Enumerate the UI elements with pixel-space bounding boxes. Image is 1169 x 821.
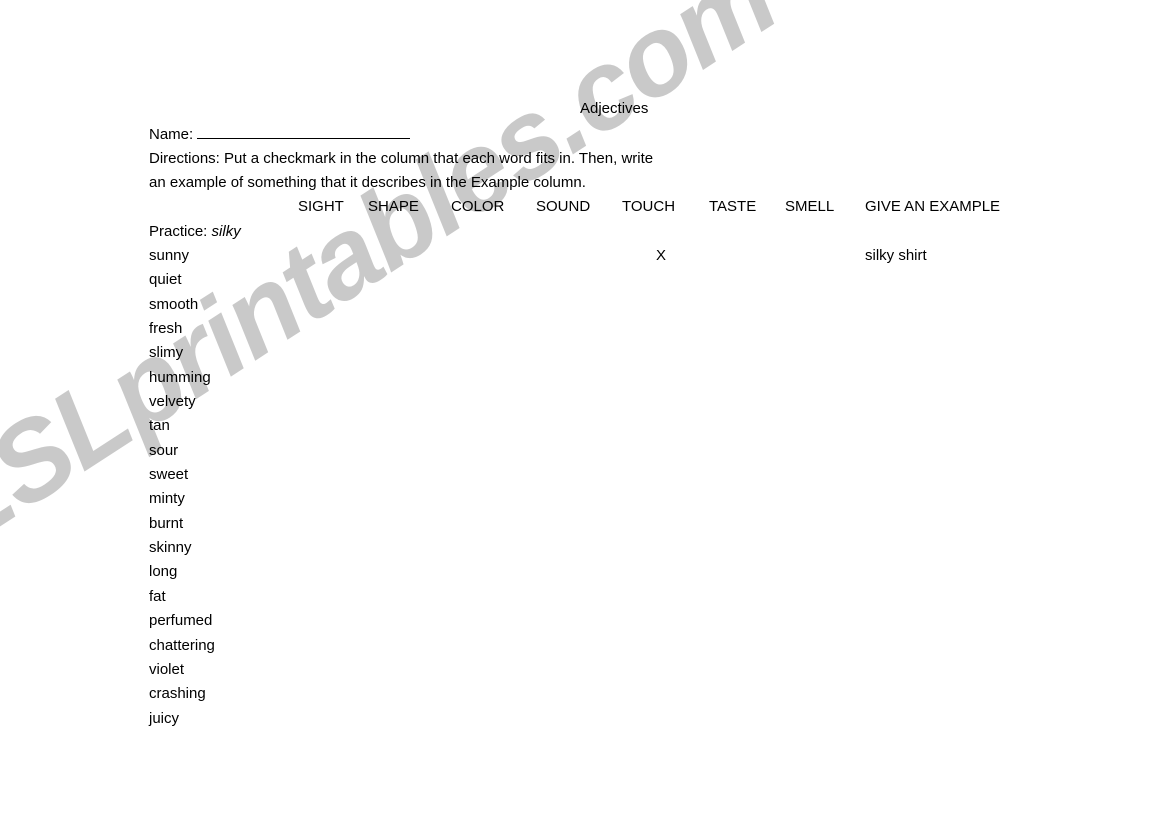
practice-label: Practice:: [149, 223, 208, 240]
table-row: quiet: [0, 271, 1169, 295]
table-row: skinny: [0, 539, 1169, 563]
checkmark-touch[interactable]: X: [656, 247, 666, 264]
table-row: fat: [0, 588, 1169, 612]
column-header-shape: SHAPE: [368, 198, 419, 215]
column-header-touch: TOUCH: [622, 198, 676, 215]
word-label: humming: [149, 368, 211, 386]
table-row: juicy: [0, 710, 1169, 734]
table-row: violet: [0, 661, 1169, 685]
table-row: sweet: [0, 466, 1169, 490]
word-label: sour: [149, 441, 179, 459]
example-cell[interactable]: silky shirt: [865, 247, 927, 264]
word-label: velvety: [149, 393, 196, 411]
column-header-example: GIVE AN EXAMPLE: [865, 198, 1001, 215]
page-title: Adjectives: [580, 100, 649, 117]
table-row: crashing: [0, 685, 1169, 709]
word-rows: sunny Xsilky shirt quiet smooth fresh slimy hu…: [0, 247, 1169, 734]
table-header-row: SIGHT SHAPE COLOR SOUND TOUCH TASTE SMEL…: [0, 198, 1169, 218]
word-label: juicy: [149, 709, 180, 727]
word-label: perfumed: [149, 612, 213, 630]
directions-line-2: an example of something that it describe…: [149, 174, 586, 191]
worksheet-content: Adjectives Name: Directions: Put a check…: [0, 0, 1169, 821]
word-label: chattering: [149, 636, 215, 654]
word-label: skinny: [149, 539, 192, 557]
name-field-row: Name:: [149, 125, 411, 143]
table-row: slimy: [0, 344, 1169, 368]
word-label: sweet: [149, 466, 189, 484]
word-label: tan: [149, 417, 170, 435]
word-label: violet: [149, 660, 185, 678]
word-label: burnt: [149, 514, 184, 532]
practice-word: silky: [211, 223, 241, 240]
practice-row: Practice: silky: [149, 223, 241, 240]
table-row: sunny Xsilky shirt: [0, 247, 1169, 271]
word-label: fresh: [149, 320, 183, 338]
word-label: slimy: [149, 344, 184, 362]
table-row: minty: [0, 490, 1169, 514]
directions-line-1: Directions: Put a checkmark in the colum…: [149, 150, 654, 167]
word-label: quiet: [149, 271, 182, 289]
table-row: sour: [0, 442, 1169, 466]
word-label: fat: [149, 587, 166, 605]
column-header-taste: TASTE: [709, 198, 757, 215]
table-row: chattering: [0, 637, 1169, 661]
column-header-smell: SMELL: [785, 198, 835, 215]
name-label: Name:: [149, 126, 194, 143]
word-label: minty: [149, 490, 185, 508]
table-row: tan: [0, 417, 1169, 441]
table-row: humming: [0, 369, 1169, 393]
column-header-sound: SOUND: [536, 198, 591, 215]
table-row: burnt: [0, 515, 1169, 539]
word-label: long: [149, 563, 178, 581]
table-row: fresh: [0, 320, 1169, 344]
word-label: smooth: [149, 295, 199, 313]
table-row: velvety: [0, 393, 1169, 417]
name-input-blank[interactable]: [197, 125, 411, 139]
column-header-sight: SIGHT: [298, 198, 344, 215]
table-row: smooth: [0, 296, 1169, 320]
table-row: perfumed: [0, 612, 1169, 636]
column-header-color: COLOR: [451, 198, 505, 215]
word-label: sunny: [149, 247, 190, 264]
word-label: crashing: [149, 685, 206, 703]
table-row: long: [0, 563, 1169, 587]
worksheet-page: ESLprintables.com Adjectives Name: Direc…: [0, 0, 1169, 821]
